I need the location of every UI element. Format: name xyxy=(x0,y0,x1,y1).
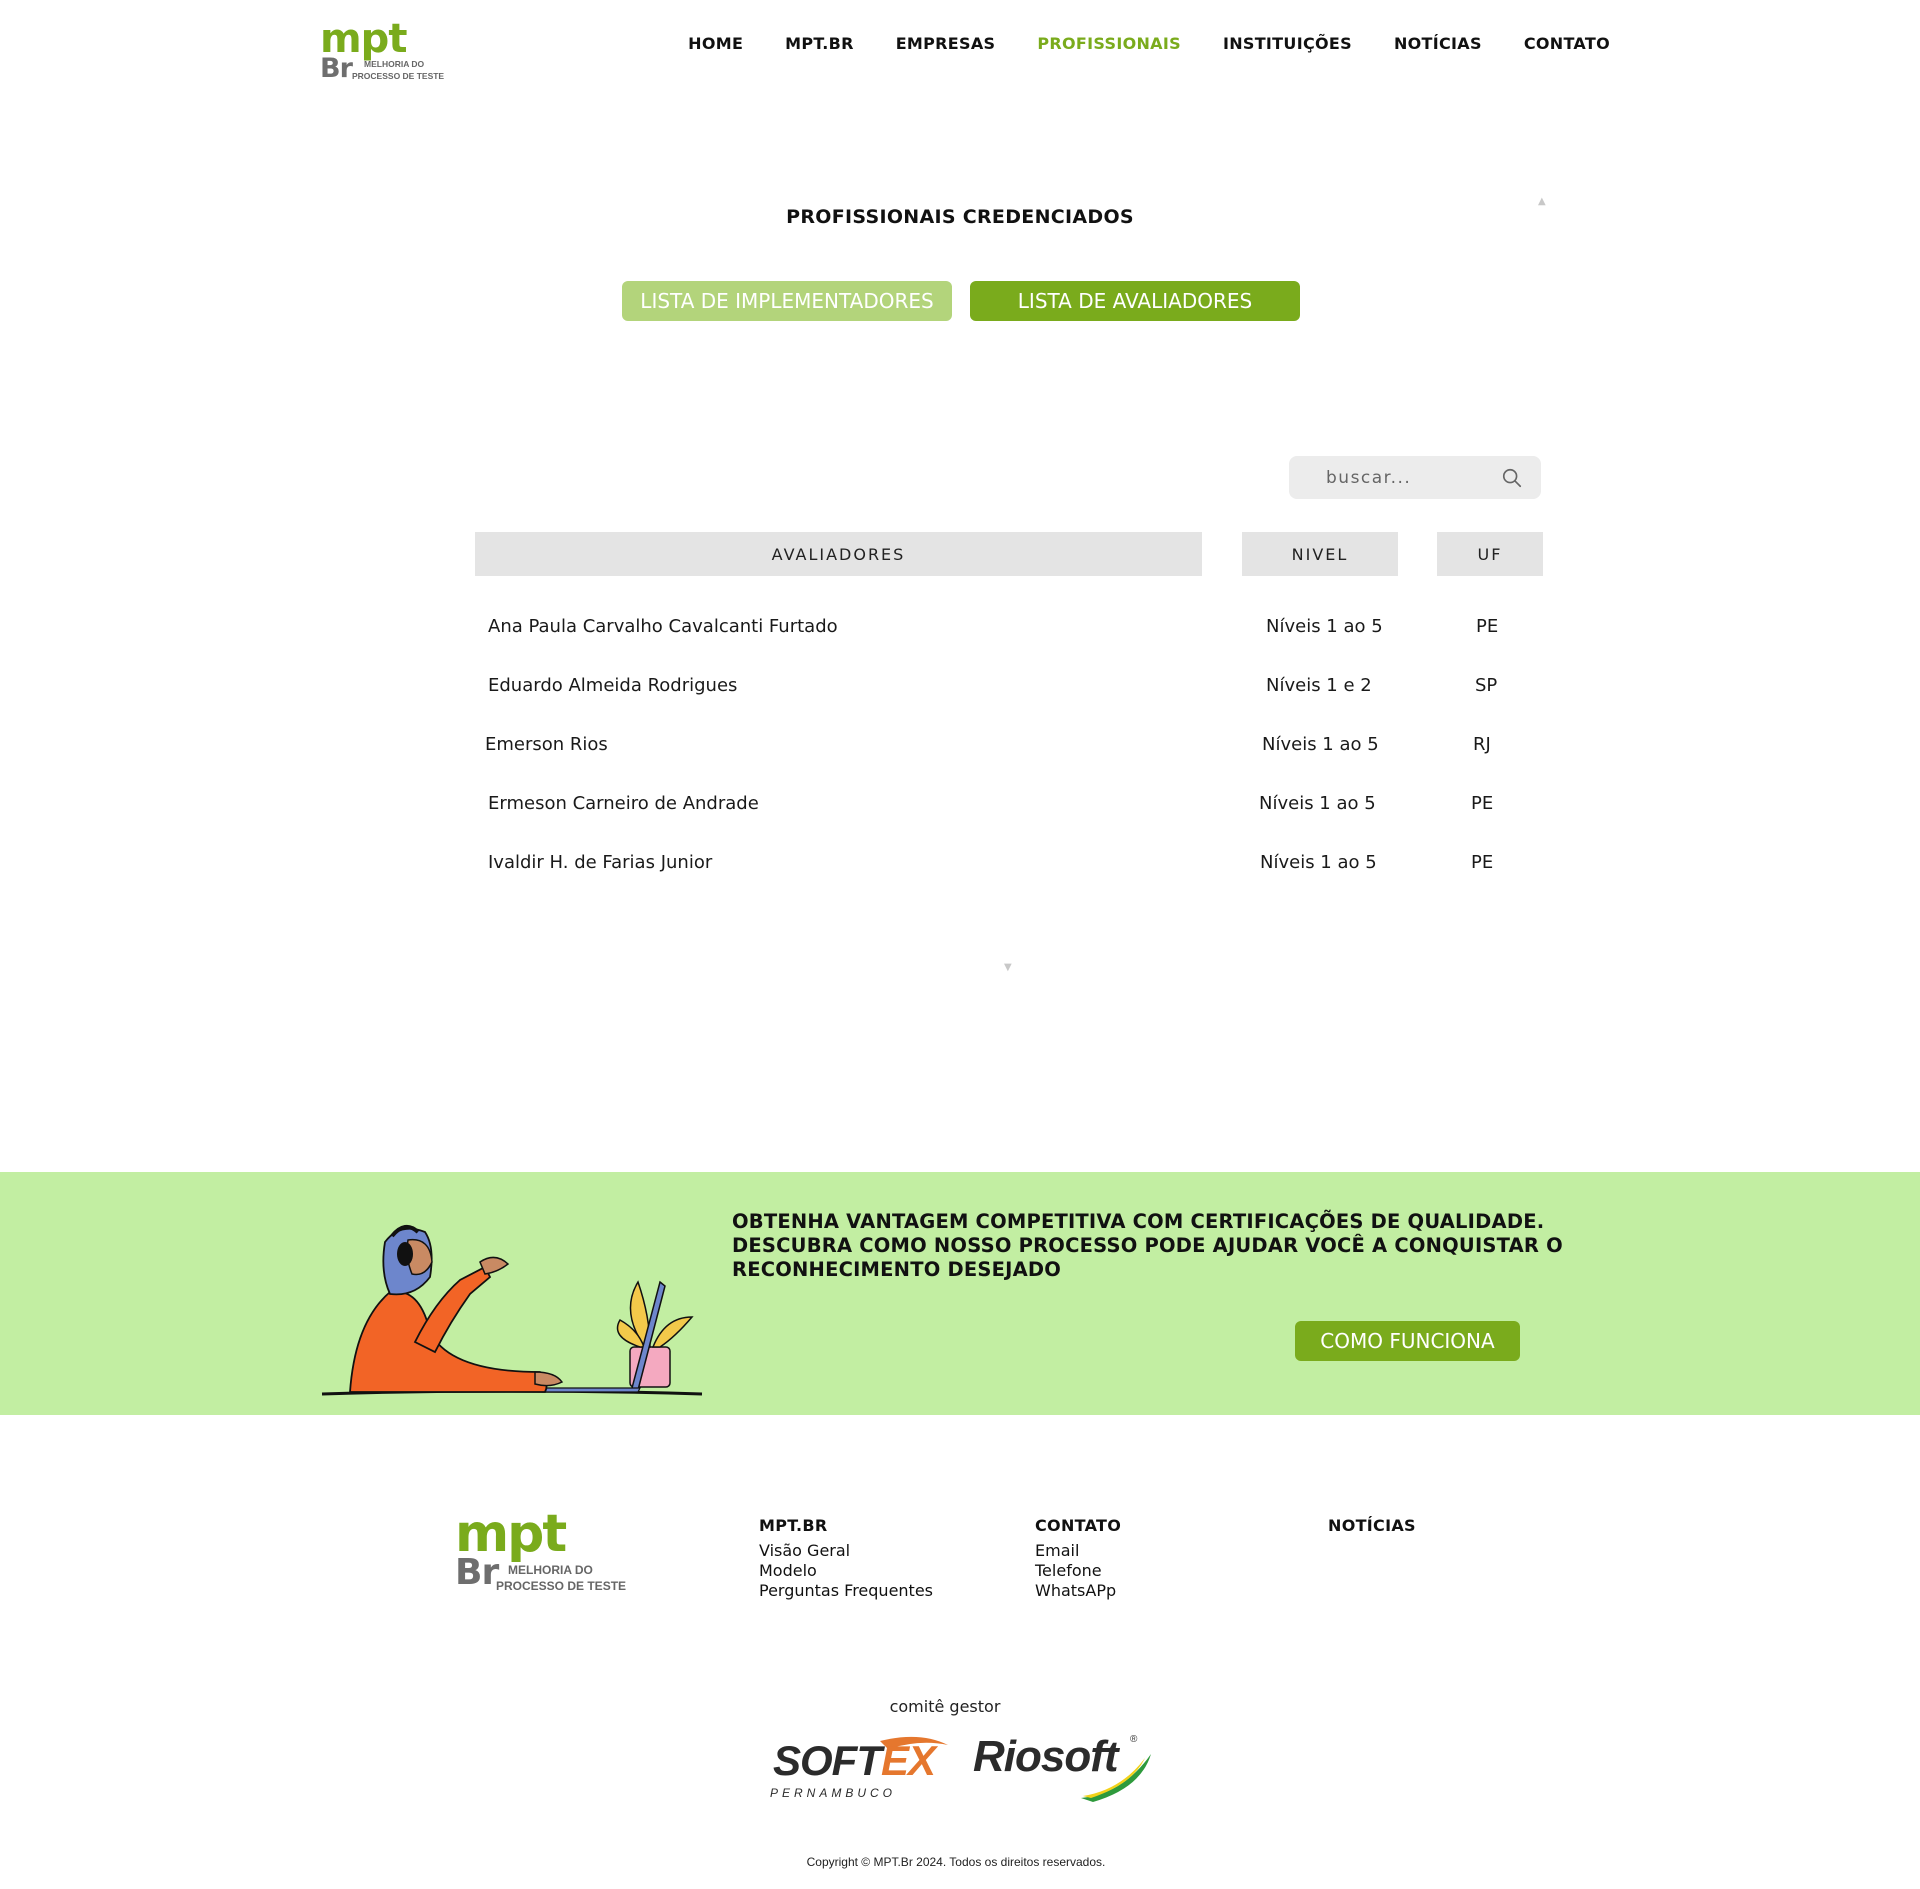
avaliadores-button[interactable]: LISTA DE AVALIADORES xyxy=(970,281,1300,321)
nav-profissionais[interactable]: PROFISSIONAIS xyxy=(1037,34,1181,53)
footer-col-mptbr: MPT.BR Visão Geral Modelo Perguntas Freq… xyxy=(759,1516,933,1601)
search-box xyxy=(1289,456,1541,499)
woman-laptop-illustration xyxy=(321,1224,703,1396)
footer-link-email[interactable]: Email xyxy=(1035,1541,1121,1561)
table-row: Emerson Rios Níveis 1 ao 5 RJ xyxy=(0,734,1920,764)
row-nivel: Níveis 1 ao 5 xyxy=(1262,734,1379,755)
nav-noticias[interactable]: NOTÍCIAS xyxy=(1394,34,1482,53)
logo-br: Br xyxy=(320,53,353,84)
copyright-text: Copyright © MPT.Br 2024. Todos os direit… xyxy=(806,1855,1106,1869)
column-header-nivel: NIVEL xyxy=(1242,532,1398,576)
como-funciona-button[interactable]: COMO FUNCIONA xyxy=(1295,1321,1520,1361)
riosoft-logo[interactable]: Riosoft ® xyxy=(973,1732,1153,1802)
implementadores-button[interactable]: LISTA DE IMPLEMENTADORES xyxy=(622,281,952,321)
row-name: Eduardo Almeida Rodrigues xyxy=(488,675,738,696)
search-icon[interactable] xyxy=(1501,467,1523,489)
row-name: Ana Paula Carvalho Cavalcanti Furtado xyxy=(488,616,838,637)
footer-col-title: CONTATO xyxy=(1035,1516,1122,1535)
table-row: Ermeson Carneiro de Andrade Níveis 1 ao … xyxy=(0,793,1920,823)
section-title: PROFISSIONAIS CREDENCIADOS xyxy=(786,206,1134,228)
softex-wordmark: SOFTEX xyxy=(773,1737,936,1784)
nav-instituicoes[interactable]: INSTITUIÇÕES xyxy=(1223,34,1352,53)
row-nivel: Níveis 1 ao 5 xyxy=(1260,852,1377,873)
search-input[interactable] xyxy=(1289,456,1499,499)
footer-link-modelo[interactable]: Modelo xyxy=(759,1561,933,1581)
row-uf: PE xyxy=(1476,616,1499,637)
column-header-uf: UF xyxy=(1437,532,1543,576)
row-name: Emerson Rios xyxy=(485,734,608,755)
row-nivel: Níveis 1 ao 5 xyxy=(1259,793,1376,814)
table-row: Ivaldir H. de Farias Junior Níveis 1 ao … xyxy=(0,852,1920,882)
footer-logo[interactable]: mpt Br MELHORIA DO PROCESSO DE TESTE xyxy=(455,1504,645,1602)
footer-link-whatsapp[interactable]: WhatsAPp xyxy=(1035,1581,1121,1601)
nav-empresas[interactable]: EMPRESAS xyxy=(896,34,996,53)
footer-link-faq[interactable]: Perguntas Frequentes xyxy=(759,1581,933,1601)
footer-col-title: MPT.BR xyxy=(759,1516,828,1535)
softex-subtitle: PERNAMBUCO xyxy=(770,1786,897,1800)
table-row: Ana Paula Carvalho Cavalcanti Furtado Ní… xyxy=(0,616,1920,646)
row-uf: PE xyxy=(1471,793,1494,814)
footer-col-title[interactable]: NOTÍCIAS xyxy=(1328,1516,1416,1535)
scroll-down-icon[interactable]: ▼ xyxy=(1004,962,1012,973)
scroll-up-icon[interactable]: ▲ xyxy=(1538,196,1546,207)
nav-mptbr[interactable]: MPT.BR xyxy=(785,34,854,53)
table-row: Eduardo Almeida Rodrigues Níveis 1 e 2 S… xyxy=(0,675,1920,705)
softex-logo[interactable]: SOFTEX PERNAMBUCO xyxy=(770,1733,950,1803)
riosoft-swoosh-icon xyxy=(1081,1754,1151,1802)
row-uf: PE xyxy=(1471,852,1494,873)
main-nav: HOME MPT.BR EMPRESAS PROFISSIONAIS INSTI… xyxy=(688,34,1610,53)
footer-col-noticias: NOTÍCIAS xyxy=(1328,1516,1416,1541)
footer-logo-br: Br xyxy=(455,1552,499,1593)
comite-gestor-label: comitê gestor xyxy=(889,1697,1001,1716)
nav-contato[interactable]: CONTATO xyxy=(1524,34,1610,53)
footer-link-telefone[interactable]: Telefone xyxy=(1035,1561,1121,1581)
banner-headline: OBTENHA VANTAGEM COMPETITIVA COM CERTIFI… xyxy=(732,1210,1563,1281)
row-uf: SP xyxy=(1475,675,1498,696)
row-name: Ivaldir H. de Farias Junior xyxy=(488,852,713,873)
cta-banner: OBTENHA VANTAGEM COMPETITIVA COM CERTIFI… xyxy=(0,1172,1920,1415)
row-nivel: Níveis 1 ao 5 xyxy=(1266,616,1383,637)
header-logo[interactable]: mpt Br MELHORIA DO PROCESSO DE TESTE xyxy=(320,16,450,84)
footer-logo-tagline: MELHORIA DO PROCESSO DE TESTE xyxy=(496,1563,627,1593)
footer-link-visao-geral[interactable]: Visão Geral xyxy=(759,1541,933,1561)
footer-col-contato: CONTATO Email Telefone WhatsAPp xyxy=(1035,1516,1121,1601)
row-name: Ermeson Carneiro de Andrade xyxy=(488,793,759,814)
row-uf: RJ xyxy=(1473,734,1491,755)
nav-home[interactable]: HOME xyxy=(688,34,743,53)
column-header-avaliadores: AVALIADORES xyxy=(475,532,1202,576)
logo-tagline: MELHORIA DO PROCESSO DE TESTE xyxy=(352,59,445,81)
row-nivel: Níveis 1 e 2 xyxy=(1266,675,1372,696)
